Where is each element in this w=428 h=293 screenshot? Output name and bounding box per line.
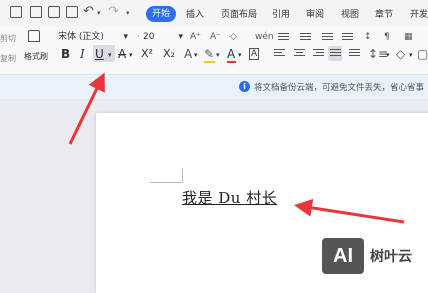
watermark-name: 树叶云 bbox=[370, 249, 412, 265]
arrow-to-underline bbox=[68, 72, 105, 145]
watermark: AI 树叶云 bbox=[322, 238, 428, 278]
arrow-to-text bbox=[294, 198, 405, 224]
watermark-logo: AI bbox=[322, 238, 364, 274]
